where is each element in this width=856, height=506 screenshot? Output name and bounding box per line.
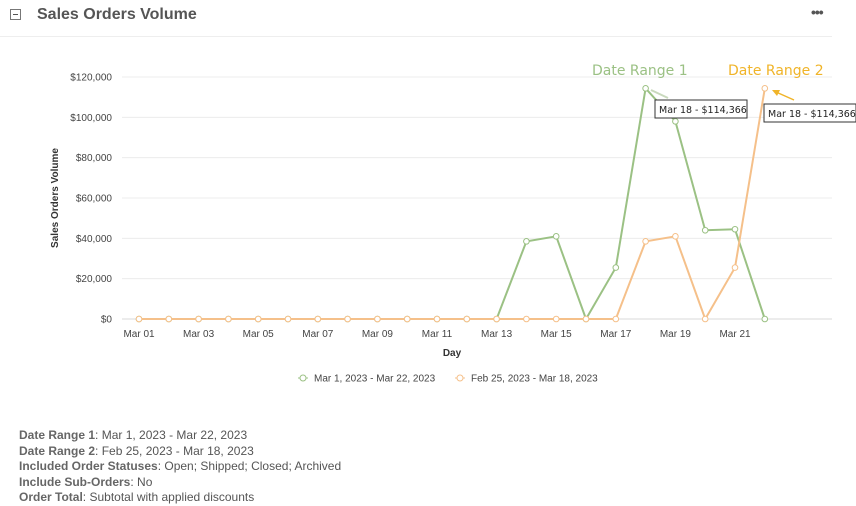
x-tick-label: Mar 01 [123, 329, 155, 340]
x-tick-label: Mar 11 [422, 329, 453, 340]
x-axis-title: Day [443, 348, 462, 359]
data-point [284, 315, 292, 323]
data-point [195, 315, 202, 323]
series-line [139, 86, 766, 322]
legend-marker [299, 374, 307, 382]
data-point [403, 315, 411, 323]
x-tick-label: Mar 21 [719, 329, 751, 340]
data-point [582, 315, 590, 323]
data-point [701, 315, 709, 323]
date-range-2-label: Date Range 2 [728, 63, 824, 79]
data-point [314, 315, 322, 323]
y-tick-label: $80,000 [76, 153, 113, 164]
widget-title: Sales Orders Volume [37, 6, 197, 23]
x-tick-label: Mar 13 [481, 329, 513, 340]
data-point [731, 264, 739, 271]
data-point [165, 315, 173, 323]
data-point [672, 233, 679, 240]
data-point [523, 238, 530, 245]
data-point [225, 315, 232, 323]
data-point [672, 118, 679, 125]
y-axis-title: Sales Orders Volume [50, 148, 61, 248]
legend-marker [456, 374, 464, 382]
data-point [731, 225, 739, 233]
date-range-1-label: Date Range 1 [592, 63, 688, 79]
line-chart: $0 $20,000 $40,000 $60,000 $80,000 $100,000 $1… [50, 63, 856, 385]
legend-label: Mar 1, 2023 - Mar 22, 2023 [314, 374, 436, 385]
data-point [612, 315, 620, 323]
x-tick-label: Mar 19 [660, 329, 692, 340]
data-point [761, 85, 769, 92]
x-tick-label: Mar 09 [362, 329, 394, 340]
report-info: Date Range 1: Mar 1, 2023 - Mar 22, 2023… [19, 428, 341, 506]
data-point [642, 238, 649, 245]
data-point [612, 264, 620, 271]
info-row: Included Order Statuses: Open; Shipped; … [19, 459, 342, 473]
tooltip-text: Mar 18 - $114,366 [659, 105, 747, 116]
arrow-icon [775, 91, 795, 101]
data-point [642, 85, 649, 92]
data-point [552, 315, 560, 323]
y-tick-label: $100,000 [70, 113, 112, 124]
x-tick-label: Mar 15 [541, 329, 573, 340]
x-tick-label: Mar 03 [183, 329, 215, 340]
data-point [374, 315, 381, 323]
data-point [701, 226, 709, 234]
info-row: Date Range 1: Mar 1, 2023 - Mar 22, 2023 [19, 428, 248, 442]
data-point [493, 315, 500, 323]
x-tick-label: Mar 07 [302, 329, 334, 340]
y-tick-label: $40,000 [76, 234, 113, 245]
y-tick-label: $0 [101, 315, 113, 326]
tooltip-text: Mar 18 - $114,366 [768, 109, 856, 120]
data-point [254, 315, 262, 323]
data-point [761, 315, 769, 323]
data-point [433, 315, 441, 323]
data-point [135, 315, 143, 323]
y-tick-label: $120,000 [70, 73, 112, 84]
data-point [344, 315, 351, 323]
info-row: Include Sub-Orders: No [19, 474, 153, 489]
x-tick-label: Mar 17 [600, 329, 632, 340]
data-point [552, 233, 560, 240]
data-point [523, 315, 530, 323]
y-tick-label: $20,000 [76, 274, 113, 285]
more-options-icon[interactable]: ••• [811, 4, 824, 20]
info-row: Order Total: Subtotal with applied disco… [19, 490, 255, 504]
series-line [139, 88, 766, 322]
y-tick-label: $60,000 [76, 194, 113, 205]
data-point [463, 315, 471, 323]
x-tick-label: Mar 05 [243, 329, 275, 340]
info-row: Date Range 2: Feb 25, 2023 - Mar 18, 202… [19, 443, 254, 458]
legend-label: Feb 25, 2023 - Mar 18, 2023 [471, 374, 598, 385]
widget-header: Sales Orders Volume ••• [0, 0, 832, 37]
collapse-icon[interactable] [10, 9, 21, 20]
